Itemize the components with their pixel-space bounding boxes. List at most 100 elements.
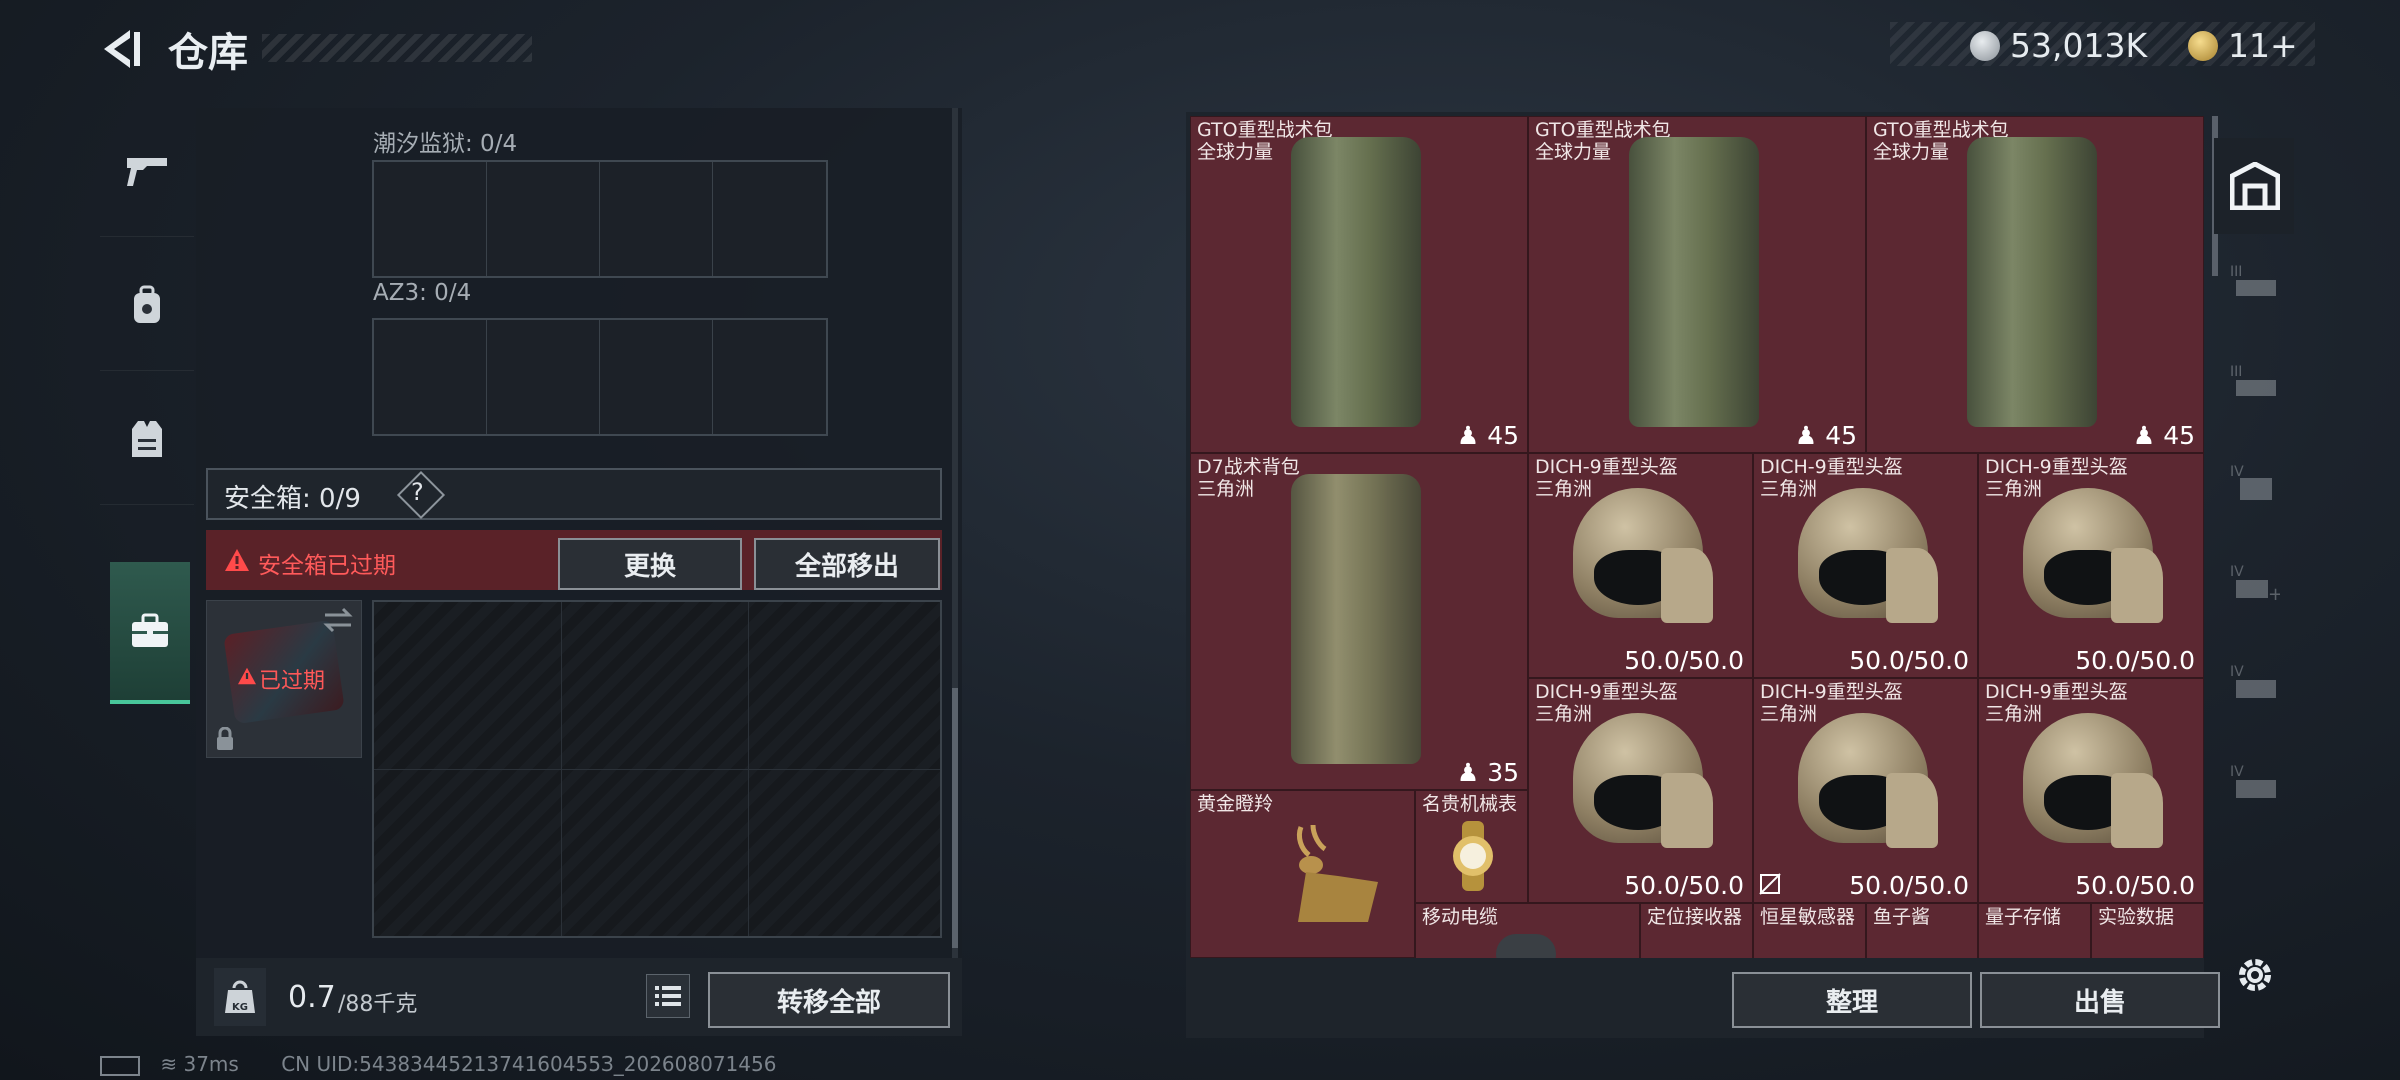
stash-item[interactable]: 恒星敏感器 bbox=[1753, 903, 1866, 958]
stash-item[interactable]: GTO重型战术包 全球力量 ♟ 45 bbox=[1866, 116, 2204, 453]
stash-item[interactable]: 量子存储 bbox=[1978, 903, 2091, 958]
item-name: 量子存储 bbox=[1985, 906, 2062, 928]
helmet-image bbox=[1573, 713, 1714, 849]
stash-item[interactable]: 黄金瞪羚 bbox=[1190, 790, 1415, 958]
ping-text: 37ms bbox=[183, 1052, 239, 1076]
stash-item[interactable]: GTO重型战术包 全球力量 ♟ 45 bbox=[1528, 116, 1866, 453]
left-scrollbar[interactable] bbox=[952, 688, 958, 948]
stash-item[interactable]: GTO重型战术包 全球力量 ♟ 45 bbox=[1190, 116, 1528, 453]
item-capacity: ♟ 45 bbox=[1456, 421, 1519, 450]
svg-text:IV: IV bbox=[2230, 564, 2244, 580]
item-name: DICH-9重型头盔 bbox=[1985, 456, 2128, 478]
item-name: DICH-9重型头盔 bbox=[1535, 456, 1678, 478]
premium-amount[interactable]: 11+ bbox=[2228, 26, 2298, 65]
toolbox-icon bbox=[132, 613, 168, 647]
vest-icon bbox=[132, 421, 162, 457]
tab-safe-box[interactable] bbox=[110, 562, 190, 704]
item-brand: 全球力量 bbox=[1197, 141, 1274, 163]
item-durability: 50.0/50.0 bbox=[1849, 871, 1969, 900]
stash-grid[interactable]: GTO重型战术包 全球力量 ♟ 45 GTO重型战术包 全球力量 ♟ 45 GTO重… bbox=[1190, 116, 2204, 958]
back-arrow-icon[interactable] bbox=[98, 26, 144, 72]
item-name: 鱼子酱 bbox=[1873, 906, 1931, 928]
item-capacity: ♟ 45 bbox=[2132, 421, 2195, 450]
stash-item[interactable]: DICH-9重型头盔 三角洲 50.0/50.0 bbox=[1978, 453, 2204, 678]
item-name: 名贵机械表 bbox=[1422, 793, 1518, 815]
stash-item[interactable]: DICH-9重型头盔 三角洲 50.0/50.0 bbox=[1753, 678, 1978, 903]
tab-backpacks[interactable] bbox=[100, 240, 194, 371]
item-brand: 三角洲 bbox=[1760, 478, 1818, 500]
stash-item[interactable]: D7战术背包 三角洲 ♟ 35 bbox=[1190, 453, 1528, 790]
list-view-button[interactable] bbox=[646, 974, 690, 1018]
help-icon[interactable]: ? bbox=[411, 478, 424, 506]
expired-badge: 已过期 bbox=[259, 669, 326, 694]
safe-box-grid[interactable] bbox=[372, 600, 942, 938]
item-name: DICH-9重型头盔 bbox=[1985, 681, 2128, 703]
stash-item[interactable]: 实验数据 bbox=[2091, 903, 2204, 958]
swap-icon[interactable] bbox=[321, 607, 355, 633]
move-all-out-button[interactable]: 全部移出 bbox=[754, 538, 940, 590]
item-brand: 全球力量 bbox=[1535, 141, 1612, 163]
stash-page-rail: III III IV IV + IV IV bbox=[2214, 112, 2294, 991]
sell-button[interactable]: 出售 bbox=[1980, 972, 2220, 1028]
item-durability: 50.0/50.0 bbox=[2075, 646, 2195, 675]
stash-item[interactable]: 名贵机械表 bbox=[1415, 790, 1528, 903]
stash-page-7[interactable]: IV bbox=[2230, 762, 2280, 802]
tab-weapons[interactable] bbox=[100, 106, 194, 237]
cable-image bbox=[1496, 934, 1556, 958]
helmet-image bbox=[1798, 488, 1939, 624]
title-decoration bbox=[262, 34, 532, 62]
currency-bar: 53,013K 11+ bbox=[1890, 22, 2315, 66]
left-category-rail bbox=[100, 106, 194, 706]
safe-box-label: 安全箱: 0/9 bbox=[224, 484, 361, 514]
helmet-image bbox=[2023, 488, 2164, 624]
expired-text: 安全箱已过期 bbox=[258, 553, 396, 579]
stash-item[interactable]: 移动电缆 bbox=[1415, 903, 1640, 958]
az3-slots[interactable] bbox=[372, 318, 828, 436]
item-brand: 三角洲 bbox=[1985, 478, 2043, 500]
settings-gear-icon[interactable] bbox=[2234, 954, 2276, 996]
tide-prison-slots[interactable] bbox=[372, 160, 828, 278]
stash-page-4[interactable]: IV bbox=[2230, 462, 2280, 502]
backpack-image bbox=[1629, 137, 1759, 427]
stash-page-3[interactable]: III bbox=[2230, 362, 2280, 402]
item-brand: 三角洲 bbox=[1760, 703, 1818, 725]
item-brand: 三角洲 bbox=[1985, 703, 2043, 725]
stash-page-5[interactable]: IV + bbox=[2230, 562, 2283, 605]
warning-icon bbox=[225, 549, 249, 571]
organize-button[interactable]: 整理 bbox=[1732, 972, 1972, 1028]
svg-text:IV: IV bbox=[2230, 664, 2244, 680]
az3-label: AZ3: 0/4 bbox=[373, 280, 472, 306]
item-capacity: ♟ 45 bbox=[1794, 421, 1857, 450]
tab-vests[interactable] bbox=[100, 374, 194, 505]
helmet-image bbox=[2023, 713, 2164, 849]
uid-text: CN UID:5438344521374160455З_202608071456 bbox=[281, 1052, 777, 1076]
item-durability: 50.0/50.0 bbox=[1624, 646, 1744, 675]
stash-page-2[interactable]: III bbox=[2230, 262, 2280, 302]
item-name: 恒星敏感器 bbox=[1760, 906, 1856, 928]
stash-item[interactable]: DICH-9重型头盔 三角洲 50.0/50.0 bbox=[1978, 678, 2204, 903]
stash-item[interactable]: 定位接收器 bbox=[1640, 903, 1753, 958]
item-brand: 三角洲 bbox=[1197, 478, 1255, 500]
safe-box-header: 安全箱: 0/9 ? bbox=[206, 468, 942, 520]
stash-page-6[interactable]: IV bbox=[2230, 662, 2280, 702]
item-capacity: ♟ 35 bbox=[1456, 758, 1519, 787]
weight-icon-box: KG bbox=[214, 968, 266, 1026]
safe-box-item[interactable]: 已过期 bbox=[206, 600, 362, 758]
item-durability: 50.0/50.0 bbox=[1624, 871, 1744, 900]
weight-max: /88千克 bbox=[338, 992, 418, 1017]
svg-text:IV: IV bbox=[2230, 464, 2244, 480]
weight-current: 0.7 bbox=[288, 980, 336, 1015]
item-name: 定位接收器 bbox=[1647, 906, 1743, 928]
currency-amount: 53,013K bbox=[2010, 26, 2148, 65]
tide-prison-label: 潮汐监狱: 0/4 bbox=[373, 131, 518, 157]
transfer-all-button[interactable]: 转移全部 bbox=[708, 972, 950, 1028]
stash-item[interactable]: DICH-9重型头盔 三角洲 50.0/50.0 bbox=[1528, 453, 1753, 678]
stash-page-main[interactable] bbox=[2214, 138, 2294, 234]
helmet-image bbox=[1798, 713, 1939, 849]
warning-icon bbox=[238, 667, 256, 685]
replace-button[interactable]: 更换 bbox=[558, 538, 742, 590]
helmet-image bbox=[1573, 488, 1714, 624]
stash-item[interactable]: DICH-9重型头盔 三角洲 50.0/50.0 bbox=[1528, 678, 1753, 903]
stash-item[interactable]: DICH-9重型头盔 三角洲 50.0/50.0 bbox=[1753, 453, 1978, 678]
stash-item[interactable]: 鱼子酱 bbox=[1866, 903, 1978, 958]
